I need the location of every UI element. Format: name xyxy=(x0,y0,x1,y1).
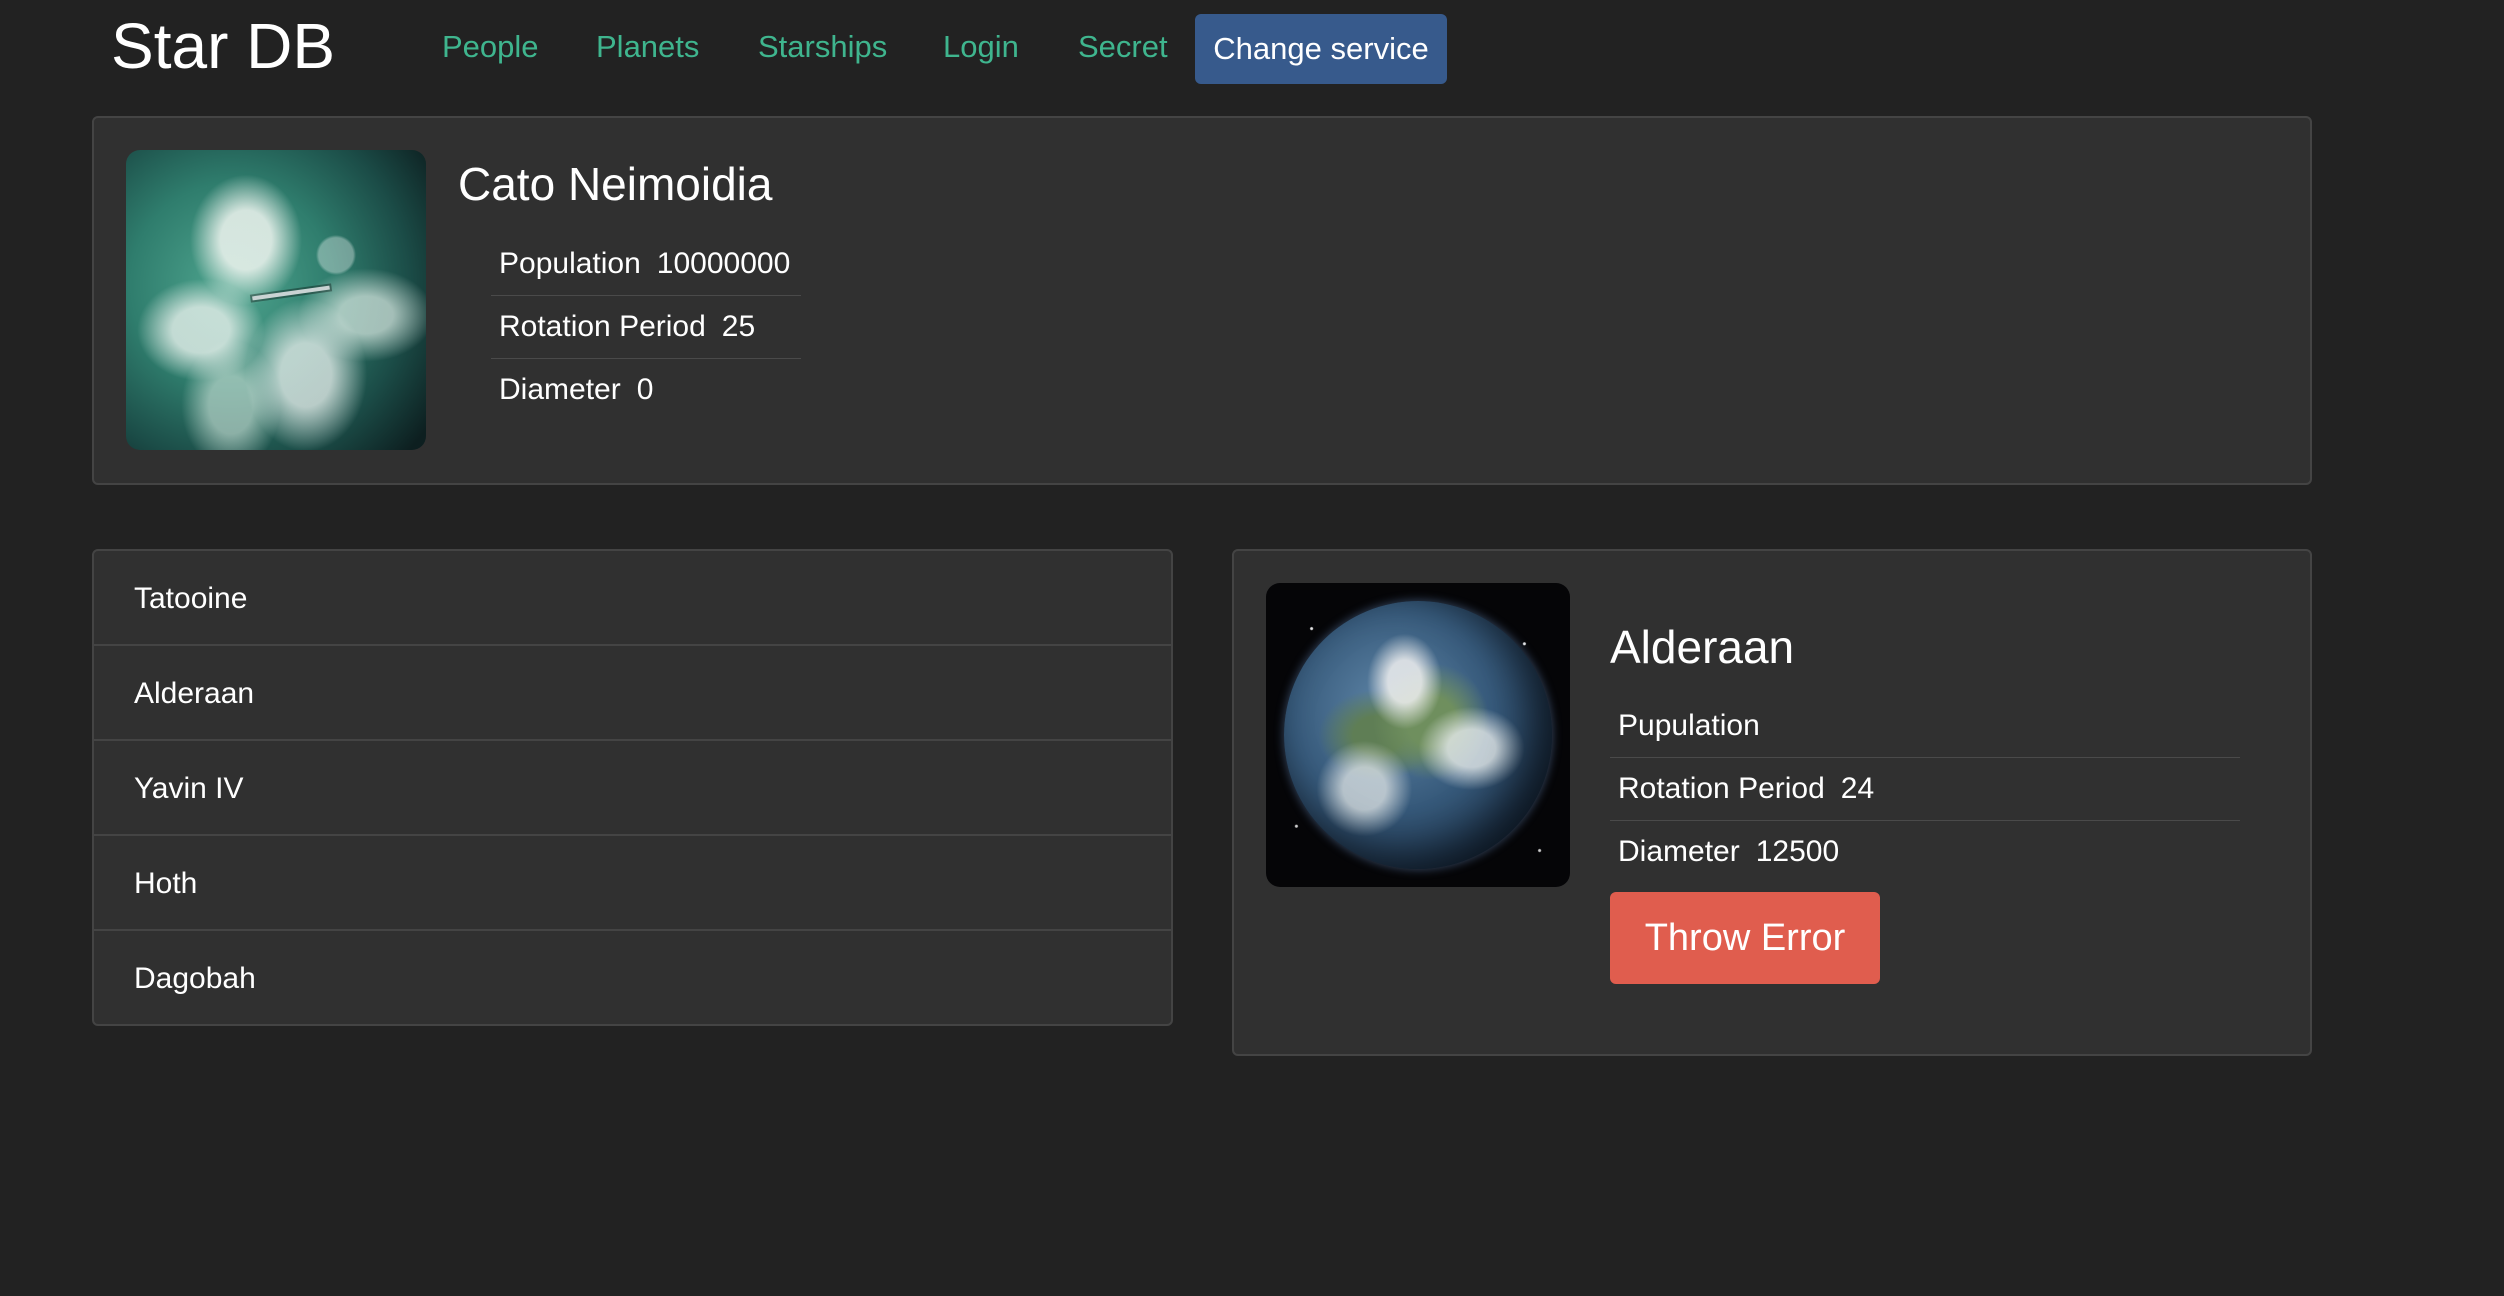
list-item-alderaan[interactable]: Alderaan xyxy=(94,646,1171,741)
stat-value: 10000000 xyxy=(656,247,791,280)
random-planet-card: Cato Neimoidia Population 10000000 Rotati… xyxy=(92,116,2312,485)
change-service-button[interactable]: Change service xyxy=(1195,14,1447,84)
brand-logo[interactable]: Star DB xyxy=(111,8,335,84)
stat-value: 25 xyxy=(721,310,756,343)
stat-label: Pupulation xyxy=(1618,709,1760,742)
planet-details-stats: Pupulation Rotation Period 24 Diameter 125… xyxy=(1610,695,2240,883)
planet-icon xyxy=(126,150,426,450)
stat-row-population: Population 10000000 xyxy=(491,233,801,296)
stat-label: Rotation Period xyxy=(1618,772,1825,805)
list-item-yavin-iv[interactable]: Yavin IV xyxy=(94,741,1171,836)
throw-error-button[interactable]: Throw Error xyxy=(1610,892,1880,984)
planet-icon xyxy=(1266,583,1570,887)
nav-link-planets[interactable]: Planets xyxy=(596,27,699,67)
nav-link-people[interactable]: People xyxy=(442,27,539,67)
stat-label: Diameter xyxy=(1618,835,1740,868)
globe-graphic xyxy=(1284,601,1552,869)
nav-link-secret[interactable]: Secret xyxy=(1078,27,1168,67)
list-item-tatooine[interactable]: Tatooine xyxy=(94,551,1171,646)
stat-row-rotation-period: Rotation Period 25 xyxy=(491,296,801,359)
planet-details-card: Alderaan Pupulation Rotation Period 24 Di… xyxy=(1232,549,2312,1056)
stat-row-population: Pupulation xyxy=(1610,695,2240,758)
stat-label: Diameter xyxy=(499,373,621,406)
stat-value: 0 xyxy=(636,373,654,406)
stat-row-diameter: Diameter 0 xyxy=(491,359,801,421)
stat-label: Population xyxy=(499,247,641,280)
nav-link-login[interactable]: Login xyxy=(943,27,1019,67)
planet-list: Tatooine Alderaan Yavin IV Hoth Dagobah xyxy=(92,549,1173,1026)
random-planet-stats: Population 10000000 Rotation Period 25 Dia… xyxy=(491,233,801,421)
stat-value: 12500 xyxy=(1755,835,1840,868)
list-item-dagobah[interactable]: Dagobah xyxy=(94,931,1171,1024)
list-item-hoth[interactable]: Hoth xyxy=(94,836,1171,931)
stat-label: Rotation Period xyxy=(499,310,706,343)
nav-link-starships[interactable]: Starships xyxy=(758,27,887,67)
stat-row-diameter: Diameter 12500 xyxy=(1610,821,2240,883)
stat-row-rotation-period: Rotation Period 24 xyxy=(1610,758,2240,821)
stat-value: 24 xyxy=(1840,772,1875,805)
planet-details-title: Alderaan xyxy=(1610,621,1795,673)
random-planet-title: Cato Neimoidia xyxy=(458,158,773,210)
